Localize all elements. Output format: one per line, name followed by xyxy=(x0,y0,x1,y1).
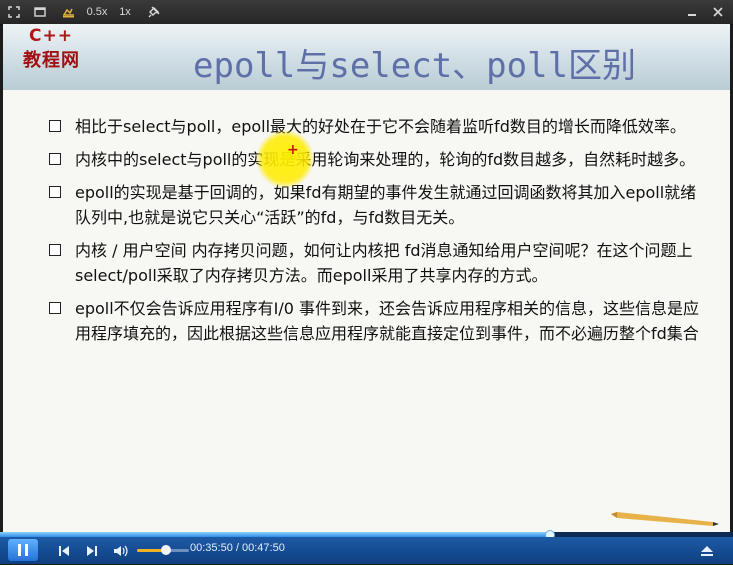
checkbox-bullet-icon xyxy=(49,302,61,314)
cursor-highlight xyxy=(256,130,314,188)
slide-header: C++ 教程网 epoll与select、poll区别 xyxy=(3,24,730,90)
volume-icon xyxy=(114,545,128,557)
cursor-crosshair-icon: + xyxy=(287,142,299,158)
bullet-item: 内核 / 用户空间 内存拷贝问题，如何让内核把 fd消息通知给用户空间呢？在这个… xyxy=(45,238,705,288)
eject-icon xyxy=(701,546,713,556)
bullet-list: 相比于select与poll，epoll最大的好处在于它不会随着监听fd数目的增… xyxy=(45,114,705,354)
logo: C++ 教程网 xyxy=(21,26,101,76)
eject-button[interactable] xyxy=(698,541,716,561)
volume-slider[interactable] xyxy=(137,545,189,555)
video-frame[interactable]: C++ 教程网 epoll与select、poll区别 相比于select与po… xyxy=(3,24,730,532)
checkbox-bullet-icon xyxy=(49,244,61,256)
previous-icon xyxy=(59,546,69,556)
next-icon xyxy=(87,546,97,556)
bullet-text: epoll的实现是基于回调的，如果fd有期望的事件发生就通过回调函数将其加入ep… xyxy=(75,183,697,227)
pencil-icon xyxy=(611,512,719,526)
bullet-item: 内核中的select与poll的实现是采用轮询来处理的，轮询的fd数目越多，自然… xyxy=(45,147,705,172)
checkbox-bullet-icon xyxy=(49,186,61,198)
next-button[interactable] xyxy=(84,541,100,561)
snapshot-icon[interactable] xyxy=(58,3,78,21)
bullet-text: epoll不仅会告诉应用程序有I/0 事件到来，还会告诉应用程序相关的信息，这些… xyxy=(75,299,700,343)
bullet-text: 内核 / 用户空间 内存拷贝问题，如何让内核把 fd消息通知给用户空间呢？在这个… xyxy=(75,241,693,285)
volume-button[interactable] xyxy=(112,541,130,561)
logo-bottom-text: 教程网 xyxy=(23,50,80,71)
bullet-item: epoll的实现是基于回调的，如果fd有期望的事件发生就通过回调函数将其加入ep… xyxy=(45,180,705,230)
bullet-item: 相比于select与poll，epoll最大的好处在于它不会随着监听fd数目的增… xyxy=(45,114,705,139)
bullet-item: epoll不仅会告诉应用程序有I/0 事件到来，还会告诉应用程序相关的信息，这些… xyxy=(45,296,705,346)
fullscreen-icon[interactable] xyxy=(4,3,24,21)
pin-icon[interactable] xyxy=(144,3,164,21)
minimize-icon[interactable] xyxy=(682,3,702,21)
slide-title: epoll与select、poll区别 xyxy=(193,46,637,86)
volume-slider-handle[interactable] xyxy=(160,545,171,555)
checkbox-bullet-icon xyxy=(49,153,61,165)
player-toolbar: 0.5x 1x xyxy=(0,0,733,25)
checkbox-bullet-icon xyxy=(49,120,61,132)
close-icon[interactable] xyxy=(708,3,728,21)
control-bar: 00:35:50 / 00:47:50 xyxy=(0,537,733,564)
bullet-text: 内核中的select与poll的实现是采用轮询来处理的，轮询的fd数目越多，自然… xyxy=(75,150,696,169)
play-pause-button[interactable] xyxy=(8,539,38,561)
logo-top-text: C++ xyxy=(29,26,73,46)
speed-one-button[interactable]: 1x xyxy=(116,3,134,21)
previous-button[interactable] xyxy=(56,541,72,561)
window-icon[interactable] xyxy=(30,3,50,21)
play-pause-icon xyxy=(18,544,28,556)
time-display: 00:35:50 / 00:47:50 xyxy=(190,542,285,554)
speed-half-button[interactable]: 0.5x xyxy=(84,3,110,21)
bullet-text: 相比于select与poll，epoll最大的好处在于它不会随着监听fd数目的增… xyxy=(75,117,686,136)
